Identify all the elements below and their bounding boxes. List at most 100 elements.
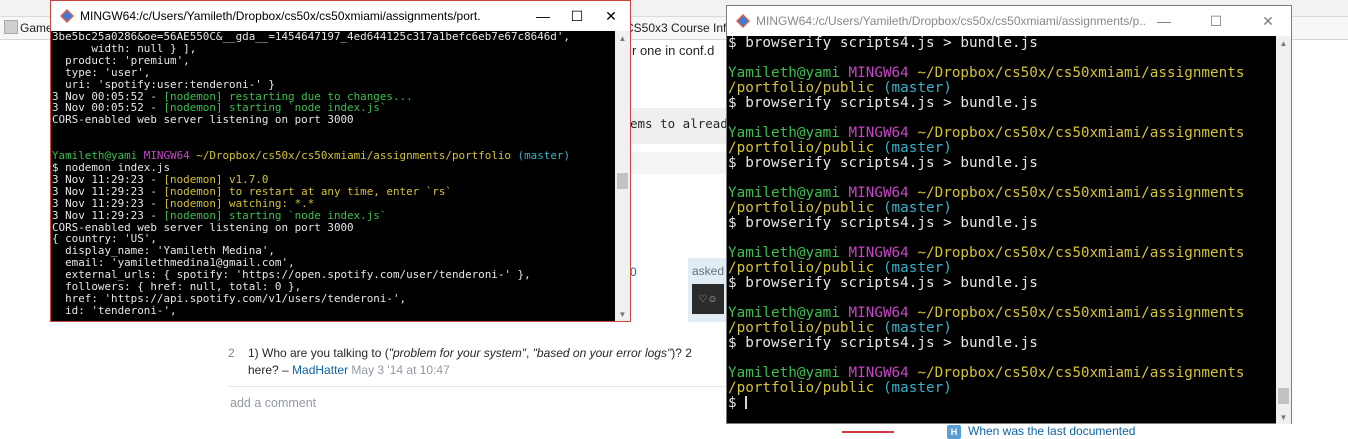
right-terminal-scrollbar[interactable]: ▲ ▼	[1276, 36, 1291, 424]
terminal-line: id: 'tenderoni-',	[52, 304, 617, 317]
terminal-line: $ browserify scripts4.js > bundle.js	[728, 336, 1278, 351]
terminal-segment: MINGW64	[848, 245, 918, 261]
terminal-line: $ browserify scripts4.js > bundle.js	[728, 156, 1278, 171]
terminal-line: /portfolio/public (master)	[728, 381, 1278, 396]
comment-quote-2: "based on your error logs"	[532, 346, 672, 360]
close-icon: ✕	[605, 7, 617, 24]
right-terminal-window[interactable]: MINGW64:/c/Users/Yamileth/Dropbox/cs50x/…	[726, 5, 1292, 424]
right-minimize-button[interactable]: —	[1147, 6, 1181, 36]
comment-text: 1) Who are you talking to ("problem for …	[248, 346, 692, 360]
right-maximize-button[interactable]: ☐	[1199, 6, 1233, 36]
terminal-segment: (master)	[882, 320, 952, 336]
terminal-segment: MINGW64	[848, 125, 918, 141]
terminal-line: Yamileth@yami MINGW64 ~/Dropbox/cs50x/cs…	[728, 246, 1278, 261]
bookmark-game[interactable]: Game	[20, 21, 53, 35]
terminal-segment: Yamileth@yami	[728, 245, 849, 261]
left-maximize-button[interactable]: ☐	[560, 1, 594, 31]
terminal-segment: CORS-enabled web server listening on por…	[52, 113, 354, 127]
terminal-segment: ~/Dropbox/cs50x/cs50xmiami/assignments	[917, 125, 1245, 141]
maximize-icon: ☐	[1209, 12, 1223, 29]
right-scroll-thumb[interactable]	[1278, 388, 1289, 404]
terminal-segment: $ browserify scripts4.js > bundle.js	[728, 36, 1038, 51]
asked-label: asked	[692, 264, 725, 278]
terminal-segment: $ browserify scripts4.js > bundle.js	[728, 275, 1038, 291]
minimize-icon: —	[1157, 13, 1171, 29]
right-terminal-title: MINGW64:/c/Users/Yamileth/Dropbox/cs50x/…	[756, 14, 1146, 28]
maximize-icon: ☐	[570, 7, 584, 24]
left-scroll-thumb[interactable]	[617, 173, 628, 189]
terminal-line: /portfolio/public (master)	[728, 81, 1278, 96]
left-terminal-title: MINGW64:/c/Users/Yamileth/Dropbox/cs50x/…	[80, 9, 480, 23]
terminal-segment: ~/Dropbox/cs50x/cs50xmiami/assignments/p…	[196, 149, 518, 163]
close-icon: ✕	[1262, 12, 1274, 29]
terminal-segment: Yamileth@yami	[728, 365, 849, 381]
comment-vote-count: 2	[228, 346, 235, 360]
related-badge-letter: H	[950, 427, 958, 437]
terminal-segment: /portfolio/public	[728, 140, 883, 156]
terminal-segment: $	[728, 395, 746, 411]
terminal-segment: ~/Dropbox/cs50x/cs50xmiami/assignments	[917, 365, 1245, 381]
left-close-button[interactable]: ✕	[594, 1, 628, 31]
terminal-segment: (master)	[882, 380, 952, 396]
comment-author-link[interactable]: MadHatter	[292, 363, 348, 377]
right-terminal-output[interactable]: $ browserify scripts4.js > bundle.js Yam…	[727, 36, 1278, 424]
scroll-down-icon[interactable]: ▼	[615, 307, 630, 321]
terminal-line: Yamileth@yami MINGW64 ~/Dropbox/cs50x/cs…	[728, 186, 1278, 201]
minimize-icon: —	[536, 8, 550, 24]
terminal-segment: $ browserify scripts4.js > bundle.js	[728, 95, 1038, 111]
terminal-segment: ~/Dropbox/cs50x/cs50xmiami/assignments	[917, 185, 1245, 201]
terminal-segment: (master)	[517, 149, 571, 163]
terminal-line: $ browserify scripts4.js > bundle.js	[728, 276, 1278, 291]
add-comment-link[interactable]: add a comment	[230, 396, 316, 410]
right-terminal-titlebar[interactable]: MINGW64:/c/Users/Yamileth/Dropbox/cs50x/…	[727, 6, 1291, 36]
terminal-segment: Yamileth@yami	[728, 305, 849, 321]
avatar[interactable]: ♡☺	[692, 284, 724, 314]
vote-count: 0	[630, 265, 637, 279]
left-terminal-titlebar[interactable]: MINGW64:/c/Users/Yamileth/Dropbox/cs50x/…	[51, 1, 630, 31]
terminal-segment: (master)	[882, 200, 952, 216]
terminal-segment: /portfolio/public	[728, 260, 883, 276]
bookmark-course-info[interactable]: CS50x3 Course Info	[625, 21, 733, 35]
terminal-line: Yamileth@yami MINGW64 ~/Dropbox/cs50x/cs…	[728, 366, 1278, 381]
terminal-line: CORS-enabled web server listening on por…	[52, 114, 617, 126]
left-minimize-button[interactable]: —	[526, 1, 560, 31]
text-cursor	[745, 396, 748, 409]
terminal-segment: /portfolio/public	[728, 200, 883, 216]
related-question-badge: H	[947, 425, 961, 439]
terminal-line: $	[728, 396, 1278, 411]
code-block-band-2	[631, 152, 726, 174]
bookmark-game-icon	[4, 20, 18, 34]
related-question-link[interactable]: When was the last documented	[968, 424, 1135, 438]
scroll-up-icon[interactable]: ▲	[615, 31, 630, 45]
terminal-segment: $ browserify scripts4.js > bundle.js	[728, 155, 1038, 171]
git-bash-diamond-icon	[736, 14, 750, 28]
scroll-up-icon[interactable]: ▲	[1276, 36, 1291, 50]
scroll-down-icon[interactable]: ▼	[1276, 410, 1291, 424]
left-terminal-scrollbar[interactable]: ▲ ▼	[615, 31, 630, 321]
comment-date: May 3 '14 at 10:47	[348, 363, 450, 377]
comment-suffix: )? 2	[671, 346, 692, 360]
terminal-line: /portfolio/public (master)	[728, 201, 1278, 216]
left-terminal-window[interactable]: MINGW64:/c/Users/Yamileth/Dropbox/cs50x/…	[50, 0, 631, 322]
terminal-line: /portfolio/public (master)	[728, 321, 1278, 336]
terminal-segment: MINGW64	[848, 365, 918, 381]
terminal-line: /portfolio/public (master)	[728, 141, 1278, 156]
terminal-segment: (master)	[882, 80, 952, 96]
terminal-segment: MINGW64	[848, 185, 918, 201]
terminal-segment: ~/Dropbox/cs50x/cs50xmiami/assignments	[917, 245, 1245, 261]
terminal-line: Yamileth@yami MINGW64 ~/Dropbox/cs50x/cs…	[728, 306, 1278, 321]
avatar-glyph: ♡☺	[698, 293, 718, 305]
right-close-button[interactable]: ✕	[1251, 6, 1285, 36]
page-snippet-seems: ems to already	[630, 116, 736, 131]
terminal-segment: Yamileth@yami	[728, 185, 849, 201]
terminal-segment: /portfolio/public	[728, 380, 883, 396]
left-terminal-output[interactable]: 3be5bc25a0286&oe=56AE550C&__gda__=145464…	[51, 31, 617, 322]
terminal-segment: MINGW64	[848, 305, 918, 321]
terminal-segment: /portfolio/public	[728, 80, 883, 96]
